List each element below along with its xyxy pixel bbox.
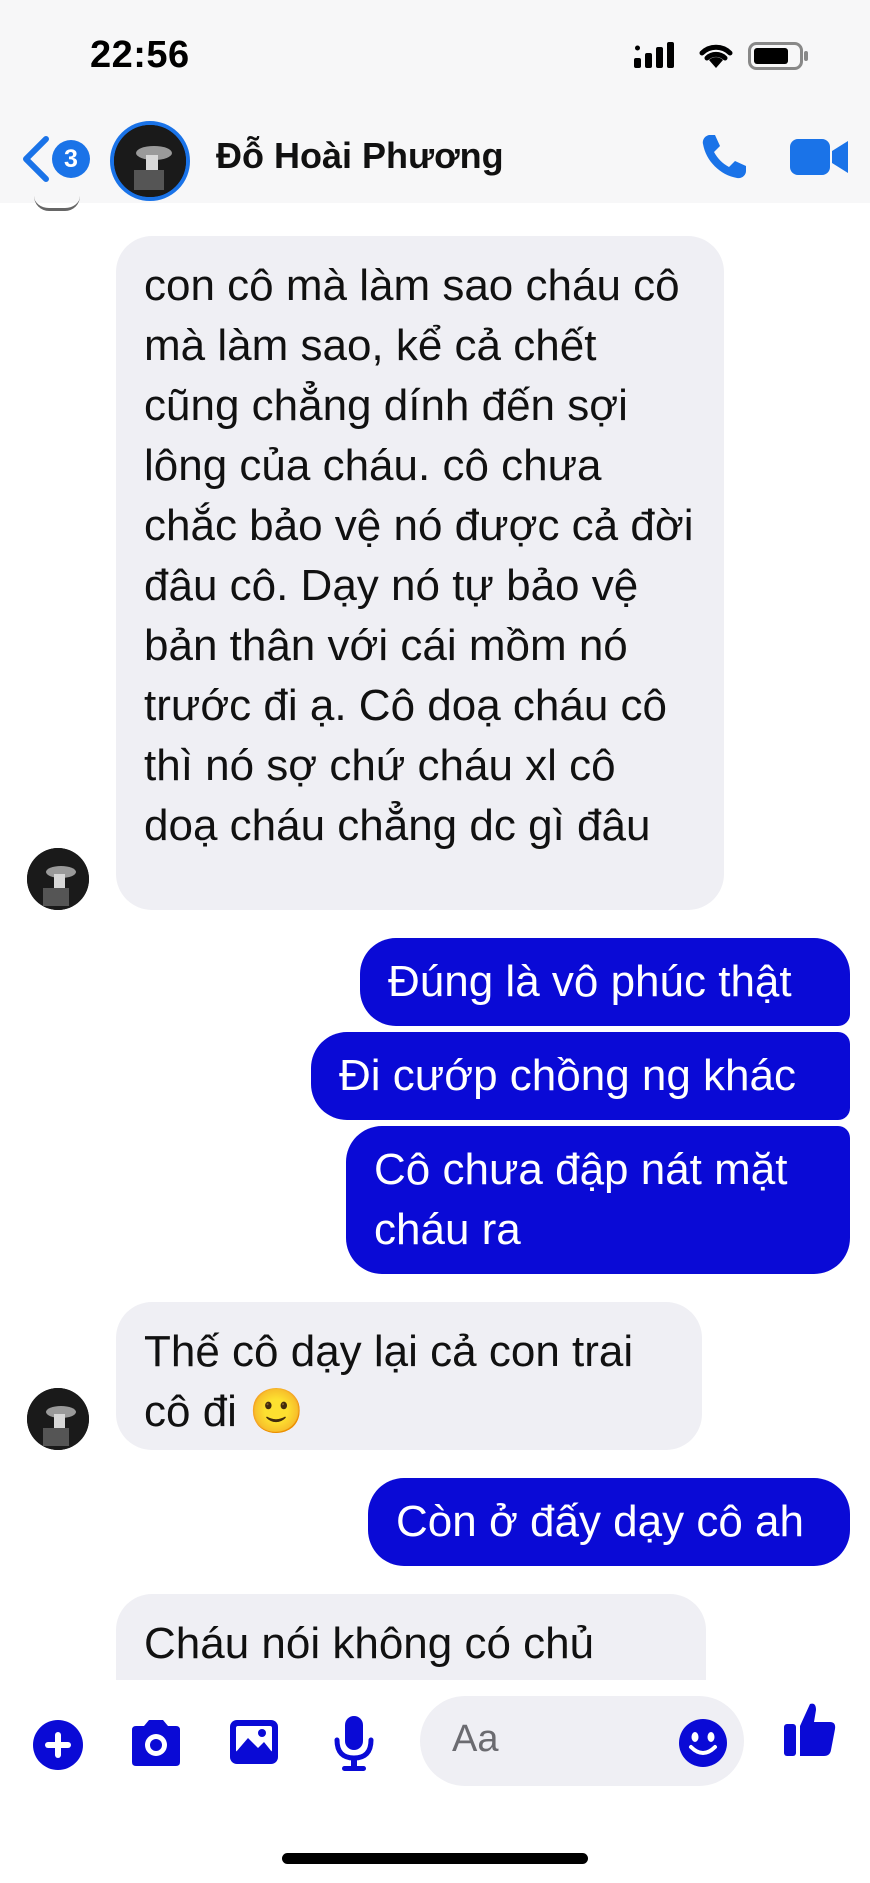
message-input[interactable]: Aa	[420, 1696, 744, 1786]
avatar-image	[114, 125, 186, 197]
camera-icon[interactable]	[128, 1718, 184, 1768]
message-text: Đi cướp chồng ng khác	[339, 1051, 796, 1100]
previous-avatar-edge	[34, 196, 80, 211]
status-bar: 22:56	[0, 0, 870, 115]
outgoing-message[interactable]: Đúng là vô phúc thật	[360, 938, 850, 1026]
avatar-image	[27, 848, 89, 910]
video-camera-icon[interactable]	[790, 137, 850, 177]
message-text: Cô chưa đập nát mặt cháu ra	[374, 1145, 788, 1254]
home-indicator[interactable]	[282, 1853, 588, 1864]
contact-avatar[interactable]	[110, 121, 190, 201]
chat-header: 3 Đỗ Hoài Phương	[0, 115, 870, 203]
emoji-icon[interactable]	[678, 1718, 728, 1768]
incoming-message[interactable]: con cô mà làm sao cháu cô mà làm sao, kể…	[116, 236, 724, 910]
incoming-message[interactable]: Thế cô dạy lại cả con trai cô đi 🙂	[116, 1302, 702, 1450]
cellular-signal-icon	[634, 42, 674, 68]
sender-avatar[interactable]	[27, 848, 89, 910]
message-text: Cháu nói không có chủ	[144, 1619, 595, 1668]
message-input-placeholder: Aa	[452, 1718, 499, 1760]
message-text: Đúng là vô phúc thật	[388, 957, 792, 1006]
sender-avatar[interactable]	[27, 1388, 89, 1450]
outgoing-message[interactable]: Còn ở đấy dạy cô ah	[368, 1478, 850, 1566]
back-chevron-icon[interactable]	[18, 135, 54, 183]
photo-icon[interactable]	[228, 1718, 280, 1766]
outgoing-message[interactable]: Đi cướp chồng ng khác	[311, 1032, 850, 1120]
plus-icon[interactable]	[33, 1720, 83, 1770]
thumbs-up-icon[interactable]	[782, 1700, 838, 1758]
wifi-icon	[699, 44, 733, 68]
contact-name[interactable]: Đỗ Hoài Phương	[216, 135, 504, 177]
phone-icon[interactable]	[698, 131, 750, 183]
message-text: con cô mà làm sao cháu cô mà làm sao, kể…	[144, 261, 694, 850]
unread-badge[interactable]: 3	[52, 140, 90, 178]
message-text: Còn ở đấy dạy cô ah	[396, 1497, 804, 1546]
outgoing-message[interactable]: Cô chưa đập nát mặt cháu ra	[346, 1126, 850, 1274]
microphone-icon[interactable]	[334, 1716, 374, 1772]
incoming-message[interactable]: Cháu nói không có chủ	[116, 1594, 706, 1680]
battery-icon	[748, 42, 808, 70]
avatar-image	[27, 1388, 89, 1450]
message-text: Thế cô dạy lại cả con trai cô đi 🙂	[144, 1327, 634, 1436]
clock: 22:56	[90, 34, 190, 76]
